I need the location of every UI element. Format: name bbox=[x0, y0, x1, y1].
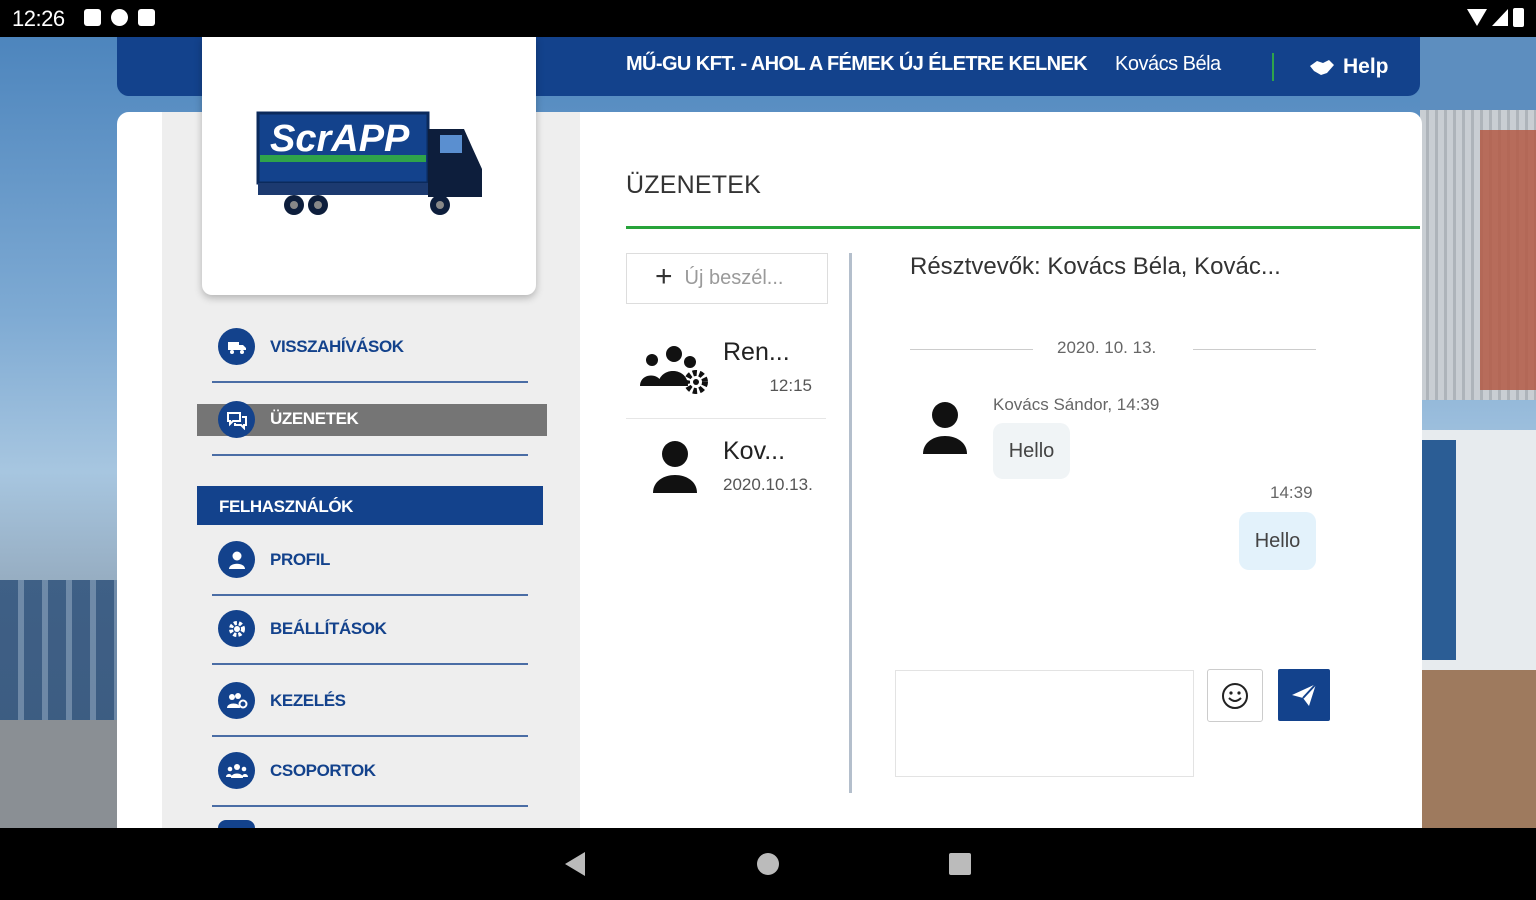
background-trucks bbox=[0, 580, 118, 730]
message-time: 14:39 bbox=[1270, 483, 1313, 502]
message-input[interactable] bbox=[895, 670, 1194, 777]
sidebar-item-profil[interactable]: PROFIL bbox=[212, 526, 528, 596]
conversation-time: 12:15 bbox=[769, 376, 812, 395]
page-title: ÜZENETEK bbox=[626, 171, 761, 199]
sidebar-item-visszahivasok[interactable]: VISSZAHÍVÁSOK bbox=[212, 313, 528, 383]
panel-divider bbox=[849, 253, 852, 793]
sidebar-item-label: KEZELÉS bbox=[270, 691, 346, 710]
help-button[interactable]: Help bbox=[1309, 55, 1389, 79]
conversation-date: 2020.10.13. bbox=[723, 475, 813, 494]
battery-icon bbox=[1513, 8, 1524, 27]
truck-icon bbox=[218, 328, 255, 365]
home-icon[interactable] bbox=[757, 853, 779, 875]
sender-avatar-icon bbox=[923, 402, 967, 454]
app-notification-icon bbox=[111, 9, 128, 26]
new-conversation-label: Új beszél... bbox=[684, 267, 784, 289]
new-conversation-button[interactable]: + Új beszél... bbox=[626, 253, 828, 304]
sidebar-item-partial[interactable] bbox=[218, 820, 255, 828]
gear-icon bbox=[218, 610, 255, 647]
message-sender: Kovács Sándor, 14:39 bbox=[993, 395, 1160, 414]
sidebar-item-label: ÜZENETEK bbox=[270, 409, 359, 428]
person-icon bbox=[218, 541, 255, 578]
sidebar-item-beallitasok[interactable]: BEÁLLÍTÁSOK bbox=[212, 595, 528, 665]
back-icon[interactable] bbox=[565, 852, 585, 876]
paper-plane-icon bbox=[1292, 683, 1317, 706]
help-label: Help bbox=[1343, 55, 1389, 78]
person-icon bbox=[653, 441, 697, 493]
logo-text: ScrAPP bbox=[270, 118, 410, 160]
current-user[interactable]: Kovács Béla bbox=[1115, 53, 1221, 76]
plus-icon: + bbox=[655, 260, 673, 293]
signal-icon bbox=[1492, 9, 1508, 26]
users-gear-icon bbox=[640, 346, 708, 394]
sidebar-item-label: BEÁLLÍTÁSOK bbox=[270, 619, 387, 638]
status-bar: 12:26 bbox=[0, 0, 1536, 37]
status-time: 12:26 bbox=[12, 6, 65, 31]
sidebar-item-label: PROFIL bbox=[270, 550, 330, 569]
app-logo[interactable]: ScrAPP bbox=[202, 37, 536, 295]
title-underline bbox=[626, 226, 1420, 229]
participants-header: Résztvevők: Kovács Béla, Kovác... bbox=[910, 253, 1281, 280]
sidebar-item-csoportok[interactable]: CSOPORTOK bbox=[212, 737, 528, 807]
conversation-name: Kov... bbox=[723, 437, 786, 465]
smiley-icon bbox=[1222, 682, 1248, 709]
sd-card-icon bbox=[138, 9, 155, 26]
chat-icon bbox=[218, 401, 255, 438]
emoji-button[interactable] bbox=[1207, 669, 1263, 722]
conversation-item[interactable]: Ren... 12:15 bbox=[626, 328, 826, 420]
handshake-icon bbox=[1310, 60, 1334, 75]
notification-icon bbox=[84, 9, 101, 26]
date-separator: 2020. 10. 13. bbox=[1057, 338, 1157, 357]
company-name: MŰ-GU KFT. - AHOL A FÉMEK ÚJ ÉLETRE KELN… bbox=[626, 53, 1088, 75]
incoming-message[interactable]: Hello bbox=[993, 423, 1070, 479]
group-icon bbox=[218, 752, 255, 789]
sidebar-item-label: CSOPORTOK bbox=[270, 761, 376, 780]
users-gear-icon bbox=[218, 682, 255, 719]
conversation-name: Ren... bbox=[723, 338, 790, 366]
header-divider bbox=[1272, 53, 1274, 81]
divider bbox=[626, 418, 826, 419]
outgoing-message[interactable]: Hello bbox=[1239, 512, 1316, 570]
message-text: Hello bbox=[1254, 529, 1301, 552]
truck-logo: ScrAPP bbox=[256, 111, 482, 215]
conversation-item[interactable]: Kov... 2020.10.13. bbox=[626, 427, 826, 519]
sidebar-item-label: VISSZAHÍVÁSOK bbox=[270, 337, 404, 356]
section-felhasznalok: FELHASZNÁLÓK bbox=[197, 486, 543, 525]
wifi-icon bbox=[1467, 9, 1487, 26]
send-button[interactable] bbox=[1278, 669, 1330, 721]
message-text: Hello bbox=[1008, 439, 1055, 462]
recents-icon[interactable] bbox=[949, 853, 971, 875]
sidebar-item-kezeles[interactable]: KEZELÉS bbox=[212, 667, 528, 737]
